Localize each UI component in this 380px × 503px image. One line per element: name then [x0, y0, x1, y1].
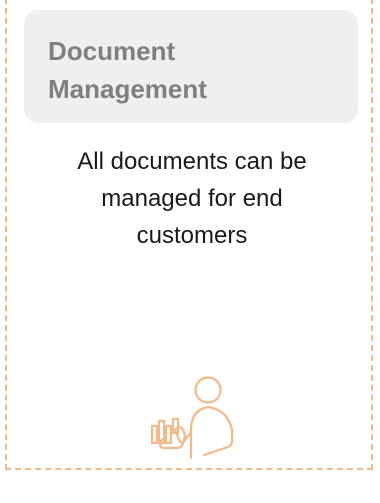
- card-title-box: Document Management: [24, 10, 358, 123]
- card-title: Document Management: [48, 36, 207, 104]
- feature-card: Document Management All documents can be…: [5, 0, 373, 470]
- card-description: All documents can be managed for end cus…: [77, 148, 307, 249]
- person-with-chart-icon: [150, 376, 234, 460]
